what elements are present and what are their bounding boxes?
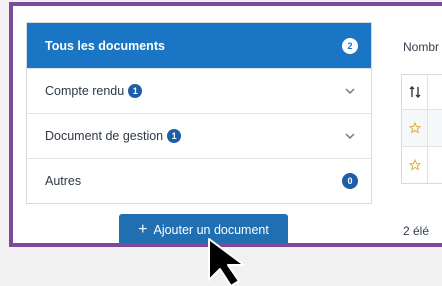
plus-icon: + [138, 221, 148, 238]
add-document-label: Ajouter un document [153, 223, 269, 237]
category-label: Compte rendu [45, 84, 125, 98]
table-header-row [402, 75, 442, 109]
documents-table [401, 74, 442, 184]
category-item-compte-rendu[interactable]: Compte rendu 1 [27, 68, 371, 113]
category-item-document-de-gestion[interactable]: Document de gestion 1 [27, 113, 371, 158]
category-label-wrap: Document de gestion 1 [45, 129, 342, 143]
chevron-down-icon[interactable] [342, 83, 358, 99]
table-row[interactable] [402, 109, 442, 146]
star-outline-icon[interactable] [402, 110, 428, 146]
category-label: Autres [45, 174, 82, 188]
count-badge: 0 [342, 173, 358, 189]
documents-pane: Nombr 2 élé [401, 6, 442, 243]
count-badge: 2 [342, 37, 358, 54]
table-row[interactable] [402, 146, 442, 183]
screenshot-frame: Tous les documents 2 Compte rendu 1 Docu… [9, 2, 442, 247]
category-label: Tous les documents [45, 38, 165, 53]
category-item-autres[interactable]: Autres 0 [27, 158, 371, 203]
sort-icon[interactable] [402, 75, 428, 109]
category-label: Document de gestion [45, 129, 164, 143]
mouse-pointer-icon [208, 238, 245, 286]
count-badge: 1 [167, 129, 182, 143]
chevron-down-icon[interactable] [342, 128, 358, 144]
add-document-button[interactable]: + Ajouter un document [119, 214, 288, 243]
elements-count-label: 2 élé [403, 224, 430, 238]
count-badge: 1 [128, 84, 143, 98]
category-item-all-documents[interactable]: Tous les documents 2 [27, 23, 371, 68]
results-count-label: Nombr [403, 40, 440, 54]
star-outline-icon[interactable] [402, 147, 428, 183]
category-list: Tous les documents 2 Compte rendu 1 Docu… [26, 22, 372, 204]
category-label-wrap: Compte rendu 1 [45, 84, 342, 98]
